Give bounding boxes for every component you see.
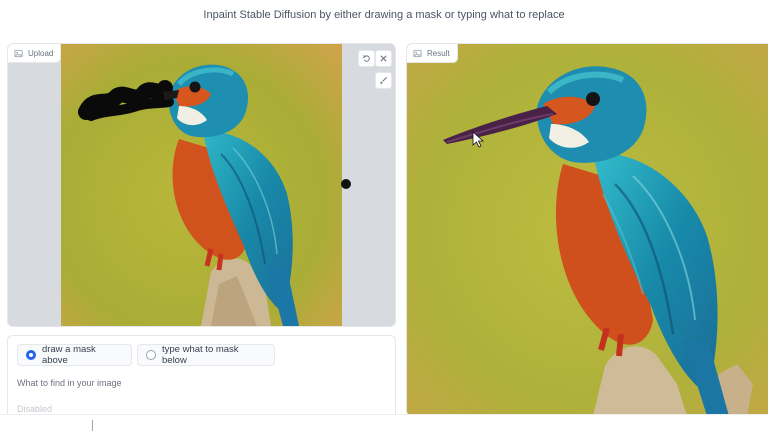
- radio-type-mask[interactable]: type what to mask below: [137, 344, 275, 366]
- brush-button[interactable]: [375, 72, 392, 89]
- canvas-resize-handle[interactable]: [341, 179, 351, 189]
- brush-icon: [380, 76, 388, 84]
- undo-icon: [362, 55, 370, 62]
- find-field-label: What to find in your image: [17, 378, 122, 388]
- upload-label: Upload: [28, 48, 54, 58]
- radio-type-mask-label: type what to mask below: [162, 344, 239, 366]
- result-panel: Result: [406, 43, 768, 417]
- undo-button[interactable]: [358, 50, 375, 67]
- result-label: Result: [427, 48, 450, 58]
- input-image-canvas[interactable]: [61, 44, 342, 326]
- page-subtitle: Inpaint Stable Diffusion by either drawi…: [203, 9, 565, 21]
- result-label-tag: Result: [407, 44, 458, 63]
- radio-unselected-icon: [146, 350, 156, 360]
- clear-button[interactable]: [375, 50, 392, 67]
- radio-draw-mask[interactable]: draw a mask above: [17, 344, 132, 366]
- page-bottom-strip: [0, 414, 768, 432]
- close-icon: [380, 55, 387, 62]
- text-caret: [92, 420, 93, 431]
- image-icon: [14, 49, 23, 57]
- radio-selected-icon: [26, 350, 36, 360]
- radio-draw-mask-label: draw a mask above: [41, 344, 96, 366]
- upload-panel[interactable]: Upload: [7, 43, 396, 327]
- upload-label-tag: Upload: [8, 44, 62, 63]
- result-image: [407, 44, 768, 416]
- image-icon: [413, 49, 422, 57]
